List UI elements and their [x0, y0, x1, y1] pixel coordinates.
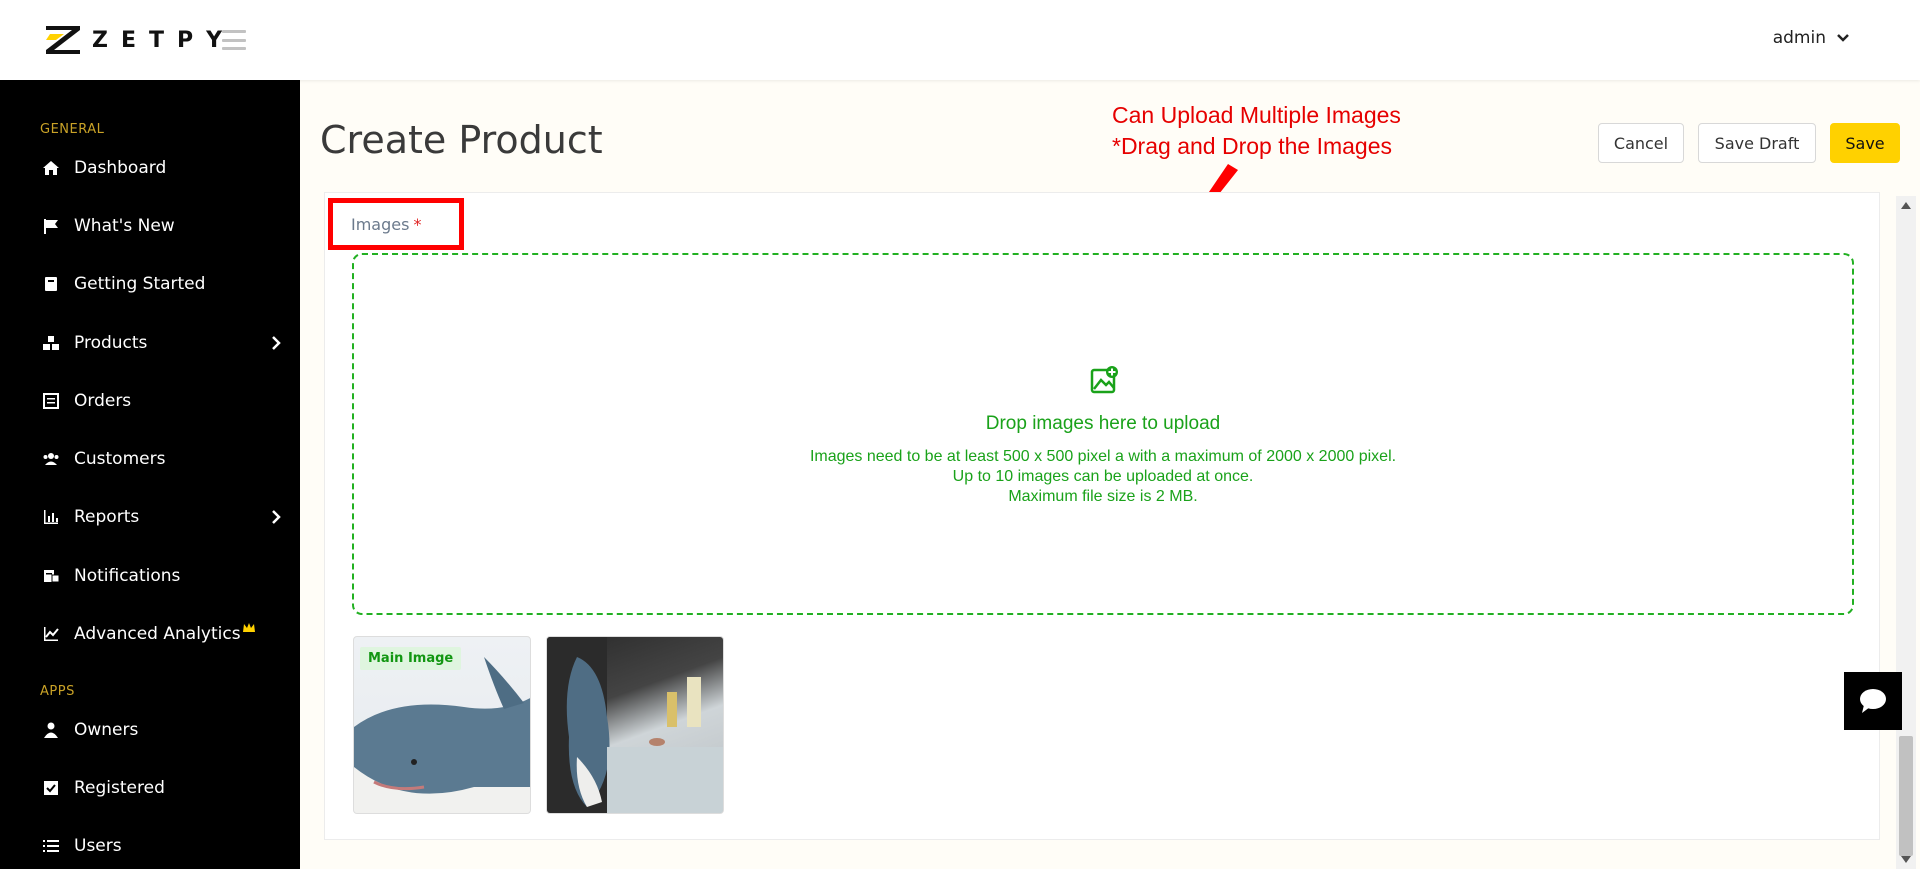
book-icon: [45, 277, 57, 291]
save-button[interactable]: Save: [1830, 123, 1900, 163]
users-icon: [43, 453, 59, 465]
chat-button[interactable]: [1844, 672, 1902, 730]
cancel-button[interactable]: Cancel: [1598, 123, 1684, 163]
bar-chart-icon: [44, 510, 58, 524]
sidebar-item-label: What's New: [74, 216, 175, 236]
sidebar-item-dashboard[interactable]: Dashboard: [0, 146, 300, 190]
hamburger-line: [222, 30, 246, 33]
line-chart-icon: [44, 627, 59, 641]
logo-text: ZETPY: [92, 27, 236, 53]
top-bar: ZETPY admin: [0, 0, 1920, 80]
section-label-general: GENERAL: [40, 122, 105, 137]
vertical-scrollbar[interactable]: [1896, 196, 1916, 869]
sidebar-item-customers[interactable]: Customers: [0, 437, 300, 481]
image-thumbnail[interactable]: [546, 636, 724, 814]
shark-plush-table-image: [547, 637, 723, 813]
zetpy-logo-icon: [46, 26, 80, 54]
hamburger-line: [222, 38, 246, 42]
scroll-up-arrow-icon[interactable]: [1901, 202, 1911, 209]
image-dropzone[interactable]: Drop images here to upload Images need t…: [352, 253, 1854, 615]
required-mark: *: [413, 215, 422, 234]
main-content: Create Product Can Upload Multiple Image…: [300, 80, 1920, 869]
sidebar-item-products[interactable]: Products: [0, 321, 300, 365]
sidebar-item-notifications[interactable]: Notifications: [0, 554, 300, 598]
logo[interactable]: ZETPY: [44, 24, 235, 56]
check-square-icon: [44, 781, 58, 795]
dropzone-info-line: Maximum file size is 2 MB.: [1008, 488, 1198, 505]
sidebar-item-label: Registered: [74, 778, 165, 798]
list-icon: [43, 840, 59, 852]
sidebar-item-orders[interactable]: Orders: [0, 379, 300, 423]
annotation-text: Can Upload Multiple Images *Drag and Dro…: [1112, 100, 1401, 162]
sidebar-item-getting-started[interactable]: Getting Started: [0, 262, 300, 306]
section-label-apps: APPS: [40, 684, 75, 699]
images-card: Images * Drop images here to upload Image…: [324, 192, 1880, 840]
sidebar-item-owners[interactable]: Owners: [0, 708, 300, 752]
user-menu[interactable]: admin: [1773, 28, 1850, 48]
image-thumbnail-main[interactable]: Main Image: [353, 636, 531, 814]
annotation-line: *Drag and Drop the Images: [1112, 133, 1392, 159]
crown-icon: [243, 623, 255, 632]
annotation-line: Can Upload Multiple Images: [1112, 102, 1401, 128]
sidebar-item-registered[interactable]: Registered: [0, 766, 300, 810]
dropzone-title: Drop images here to upload: [985, 413, 1221, 434]
sidebar-item-label: Getting Started: [74, 274, 206, 294]
chat-bubble-icon: [1860, 689, 1886, 713]
hamburger-line: [222, 47, 246, 50]
sidebar-item-label: Dashboard: [74, 158, 167, 178]
sidebar-item-label: Advanced Analytics: [74, 624, 241, 644]
dropzone-info-line: Up to 10 images can be uploaded at once.: [952, 468, 1254, 485]
sidebar-item-label: Orders: [74, 391, 132, 411]
menu-toggle-button[interactable]: [222, 30, 246, 50]
sidebar-item-label: Users: [74, 836, 122, 856]
user-icon: [44, 722, 58, 738]
boxes-icon: [43, 336, 59, 350]
sidebar-item-whats-new[interactable]: What's New: [0, 204, 300, 248]
images-label-text: Images: [351, 215, 410, 234]
images-field-label: Images *: [351, 215, 421, 234]
home-icon: [43, 161, 59, 175]
page-title: Create Product: [320, 118, 603, 162]
sidebar-item-label: Reports: [74, 507, 140, 527]
main-image-badge: Main Image: [360, 647, 462, 670]
scrollbar-thumb[interactable]: [1899, 736, 1913, 856]
user-name: admin: [1772, 28, 1826, 48]
chevron-down-icon: [1837, 34, 1849, 42]
notification-icon: [44, 570, 60, 583]
sidebar-item-label: Notifications: [74, 566, 181, 586]
add-image-icon: [1090, 366, 1118, 394]
sidebar-item-label: Owners: [74, 720, 139, 740]
sidebar-item-advanced-analytics[interactable]: Advanced Analytics: [0, 612, 300, 656]
save-draft-button[interactable]: Save Draft: [1698, 123, 1816, 163]
sidebar: GENERAL Dashboard What's New Getting Sta…: [0, 80, 300, 869]
scroll-down-arrow-icon[interactable]: [1901, 856, 1911, 863]
sidebar-item-users[interactable]: Users: [0, 824, 300, 868]
sidebar-item-label: Products: [74, 333, 148, 353]
sidebar-item-label: Customers: [74, 449, 166, 469]
chevron-right-icon: [272, 510, 281, 524]
chevron-right-icon: [272, 336, 281, 350]
sidebar-item-reports[interactable]: Reports: [0, 495, 300, 539]
dropzone-info-line: Images need to be at least 500 x 500 pix…: [809, 448, 1397, 465]
flag-icon: [44, 219, 58, 234]
dropzone-info: Images need to be at least 500 x 500 pix…: [354, 447, 1852, 507]
list-icon: [43, 393, 59, 409]
